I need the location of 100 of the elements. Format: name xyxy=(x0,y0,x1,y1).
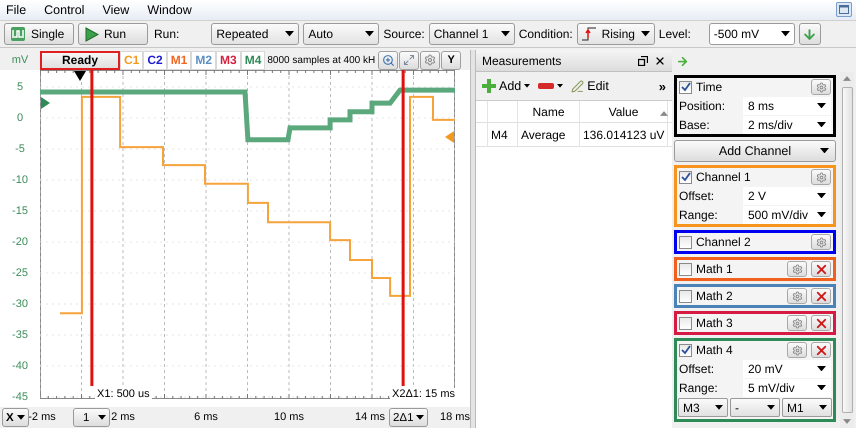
field-label: Range: xyxy=(679,380,719,394)
condition-label: Condition: xyxy=(518,27,573,41)
caret-icon xyxy=(820,148,829,154)
checkbox[interactable] xyxy=(679,290,692,302)
run-mode-dropdown[interactable]: Repeated xyxy=(211,23,300,45)
scroll-down-icon[interactable] xyxy=(843,419,851,424)
y-tick-label: -40 xyxy=(11,359,29,374)
field-label: Offset: xyxy=(679,188,716,202)
menu-item[interactable]: Window xyxy=(147,3,192,17)
channel-tab[interactable]: C2 xyxy=(143,50,167,70)
operand-dropdown[interactable]: - xyxy=(730,398,780,417)
restore-button[interactable] xyxy=(836,2,852,17)
x-tick-label: 10 ms xyxy=(274,411,304,423)
scrollbar[interactable] xyxy=(840,72,854,428)
y-tick-label: -5 xyxy=(14,142,26,157)
window-icon xyxy=(839,5,849,14)
apply-level-button[interactable] xyxy=(798,23,821,45)
rising-edge-icon xyxy=(582,27,596,41)
group-label: Math 2 xyxy=(696,289,734,303)
caret-icon xyxy=(817,384,826,390)
add-channel-button[interactable]: Add Channel xyxy=(674,140,836,162)
overflow-button[interactable]: » xyxy=(658,78,666,94)
settings-button[interactable] xyxy=(787,288,807,304)
caret-icon xyxy=(767,405,775,410)
x-axis-dropdown[interactable]: X xyxy=(2,408,29,427)
caret-icon xyxy=(715,405,723,410)
group-label: Time xyxy=(696,80,724,94)
operand-dropdown[interactable]: M3 xyxy=(678,398,728,417)
expand-button[interactable] xyxy=(399,50,420,70)
value-dropdown[interactable]: 2 V xyxy=(743,186,831,204)
checkbox[interactable] xyxy=(679,262,692,276)
y-axis-button[interactable]: Y xyxy=(441,50,462,70)
play-icon xyxy=(84,26,99,42)
settings-button[interactable] xyxy=(787,315,807,331)
cursor-dropdown[interactable]: 1 xyxy=(73,408,110,427)
checkbox[interactable] xyxy=(679,170,692,184)
remove-button[interactable] xyxy=(538,83,564,89)
menu-item[interactable]: View xyxy=(102,3,130,17)
checkbox[interactable] xyxy=(679,236,692,248)
edit-button[interactable]: Edit xyxy=(571,79,609,93)
menu-item[interactable]: Control xyxy=(44,3,84,17)
channel-tab[interactable]: M3 xyxy=(216,50,241,70)
cursor-dropdown[interactable]: 2Δ1 xyxy=(389,408,428,427)
menu-item[interactable]: File xyxy=(6,3,26,17)
close-icon[interactable] xyxy=(654,54,666,66)
caret-icon xyxy=(16,415,25,420)
scroll-up-icon[interactable] xyxy=(843,76,851,81)
checkbox[interactable] xyxy=(679,316,692,330)
settings-button[interactable] xyxy=(787,261,807,277)
group-label: Math 4 xyxy=(696,343,734,357)
restore-icon[interactable] xyxy=(638,56,648,66)
source-dropdown[interactable]: Channel 1 xyxy=(428,23,515,45)
caret-icon xyxy=(817,122,826,128)
settings-button[interactable] xyxy=(420,50,440,70)
level-dropdown[interactable]: -500 mV xyxy=(708,23,795,45)
scroll-up-icon[interactable] xyxy=(660,111,668,116)
settings-icon xyxy=(792,318,802,328)
x-tick-label: 18 ms xyxy=(440,411,470,423)
table-cell: Average xyxy=(518,123,580,146)
value-dropdown[interactable]: 500 mV/div xyxy=(743,206,831,224)
x-tick-label: 2 ms xyxy=(111,411,135,423)
settings-button[interactable] xyxy=(811,169,831,185)
field-label: Base: xyxy=(679,118,711,132)
value-dropdown[interactable]: 20 mV xyxy=(743,360,831,378)
add-button[interactable]: Add xyxy=(482,79,530,93)
arrow-icon[interactable] xyxy=(676,54,689,68)
offset-marker-icon[interactable] xyxy=(445,131,454,143)
settings-button[interactable] xyxy=(811,79,831,95)
expand-icon xyxy=(403,54,416,66)
checkbox[interactable] xyxy=(679,80,692,94)
pencil-icon xyxy=(571,80,584,92)
y-tick-label: 5 xyxy=(16,80,24,95)
caret-icon xyxy=(817,192,826,198)
caret-icon xyxy=(817,212,826,218)
run-label: Run: xyxy=(154,27,180,41)
settings-button[interactable] xyxy=(787,342,807,358)
settings-icon xyxy=(816,172,826,182)
column-header[interactable]: Name xyxy=(518,101,580,122)
group-label: Math 3 xyxy=(696,316,734,330)
settings-icon xyxy=(424,54,436,66)
settings-icon xyxy=(792,264,802,274)
single-button[interactable]: Single xyxy=(4,23,74,45)
value-dropdown[interactable]: 2 ms/div xyxy=(743,116,831,134)
caret-icon xyxy=(500,31,510,37)
cursor-line[interactable] xyxy=(402,70,405,386)
operand-dropdown[interactable]: M1 xyxy=(782,398,832,417)
offset-marker-icon[interactable] xyxy=(41,97,50,109)
settings-button[interactable] xyxy=(811,234,831,250)
run-button[interactable]: Run xyxy=(78,23,148,45)
x-tick-label: -2 ms xyxy=(28,411,56,423)
trigger-mode-dropdown[interactable]: Auto xyxy=(303,23,380,45)
value-dropdown[interactable]: 5 mV/div xyxy=(743,378,831,396)
table-cell: 136.014123 uV xyxy=(580,123,668,146)
value-dropdown[interactable]: 8 ms xyxy=(743,96,831,114)
zoom-button[interactable] xyxy=(378,50,398,70)
field-label: Position: xyxy=(679,98,726,112)
sample-info: 8000 samples at 400 kH xyxy=(267,54,376,66)
condition-dropdown[interactable]: Rising xyxy=(576,23,655,45)
channel-tab[interactable]: M4 xyxy=(240,50,266,70)
checkbox[interactable] xyxy=(679,344,692,356)
